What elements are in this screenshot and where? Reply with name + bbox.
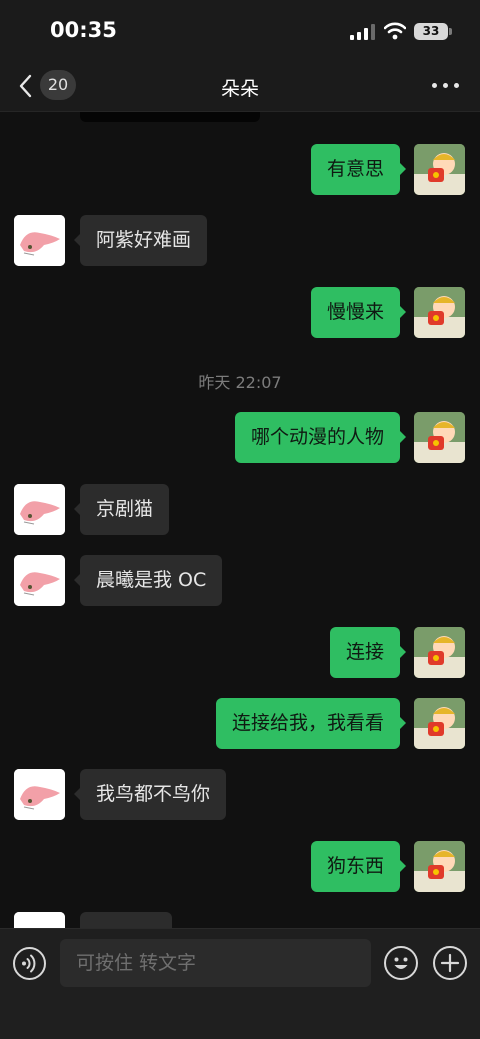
message-list[interactable]: 0:18 有意思 阿紫好难画 慢慢来 昨天 22:07 哪个动漫的人物 京剧猫 bbox=[0, 112, 480, 928]
message-input[interactable] bbox=[60, 939, 371, 987]
wifi-icon bbox=[384, 22, 406, 40]
message-bubble[interactable]: 京剧猫 bbox=[73, 484, 170, 535]
my-avatar[interactable] bbox=[414, 287, 465, 338]
message-row: 慢慢来 bbox=[0, 287, 480, 339]
message-row-partial bbox=[0, 912, 480, 928]
contact-avatar[interactable] bbox=[14, 555, 65, 606]
contact-avatar[interactable] bbox=[14, 769, 65, 820]
cellular-signal-icon bbox=[350, 24, 375, 40]
message-bubble[interactable]: 阿紫好难画 bbox=[73, 215, 208, 266]
message-bubble[interactable]: 有意思 bbox=[310, 144, 407, 195]
video-message-partial[interactable]: 0:18 bbox=[80, 112, 260, 122]
input-bar bbox=[0, 928, 480, 1039]
message-bubble[interactable]: 晨曦是我 OC bbox=[73, 555, 223, 606]
message-row: 哪个动漫的人物 bbox=[0, 412, 480, 464]
message-row: 狗东西 bbox=[0, 841, 480, 893]
my-avatar[interactable] bbox=[414, 627, 465, 678]
my-avatar[interactable] bbox=[414, 698, 465, 749]
message-bubble[interactable]: 慢慢来 bbox=[310, 287, 407, 338]
my-avatar[interactable] bbox=[414, 412, 465, 463]
message-row: 有意思 bbox=[0, 144, 480, 196]
emoji-icon bbox=[394, 957, 408, 969]
chat-title: 朵朵 bbox=[220, 78, 259, 100]
my-avatar[interactable] bbox=[414, 841, 465, 892]
contact-avatar[interactable] bbox=[14, 912, 65, 928]
battery-cap bbox=[449, 28, 452, 35]
more-dots-icon bbox=[432, 83, 437, 88]
message-bubble[interactable]: 连接给我，我看看 bbox=[215, 698, 407, 749]
message-row: 阿紫好难画 bbox=[0, 215, 480, 267]
message-bubble[interactable]: 狗东西 bbox=[310, 841, 407, 892]
message-row: 晨曦是我 OC bbox=[0, 555, 480, 607]
timestamp-divider: 昨天 22:07 bbox=[198, 373, 282, 392]
message-bubble[interactable]: 连接 bbox=[329, 627, 407, 678]
message-bubble[interactable]: 哪个动漫的人物 bbox=[234, 412, 407, 463]
message-row: 连接给我，我看看 bbox=[0, 698, 480, 750]
message-bubble[interactable]: 我鸟都不鸟你 bbox=[73, 769, 227, 820]
message-bubble-partial[interactable] bbox=[80, 912, 172, 928]
status-bar: 00:35 33 bbox=[0, 0, 480, 62]
status-time: 00:35 bbox=[50, 18, 117, 42]
more-button[interactable] bbox=[430, 72, 462, 98]
message-row: 我鸟都不鸟你 bbox=[0, 769, 480, 821]
message-row: 京剧猫 bbox=[0, 484, 480, 536]
plus-icon bbox=[440, 953, 460, 973]
battery-indicator: 33 bbox=[414, 23, 448, 40]
emoji-button[interactable] bbox=[384, 946, 418, 980]
contact-avatar[interactable] bbox=[14, 484, 65, 535]
voice-button[interactable] bbox=[13, 947, 46, 980]
message-row: 连接 bbox=[0, 627, 480, 679]
plus-button[interactable] bbox=[433, 946, 467, 980]
voice-icon bbox=[22, 954, 36, 973]
my-avatar[interactable] bbox=[414, 144, 465, 195]
contact-avatar[interactable] bbox=[14, 215, 65, 266]
chat-header: 20 朵朵 bbox=[0, 62, 480, 112]
